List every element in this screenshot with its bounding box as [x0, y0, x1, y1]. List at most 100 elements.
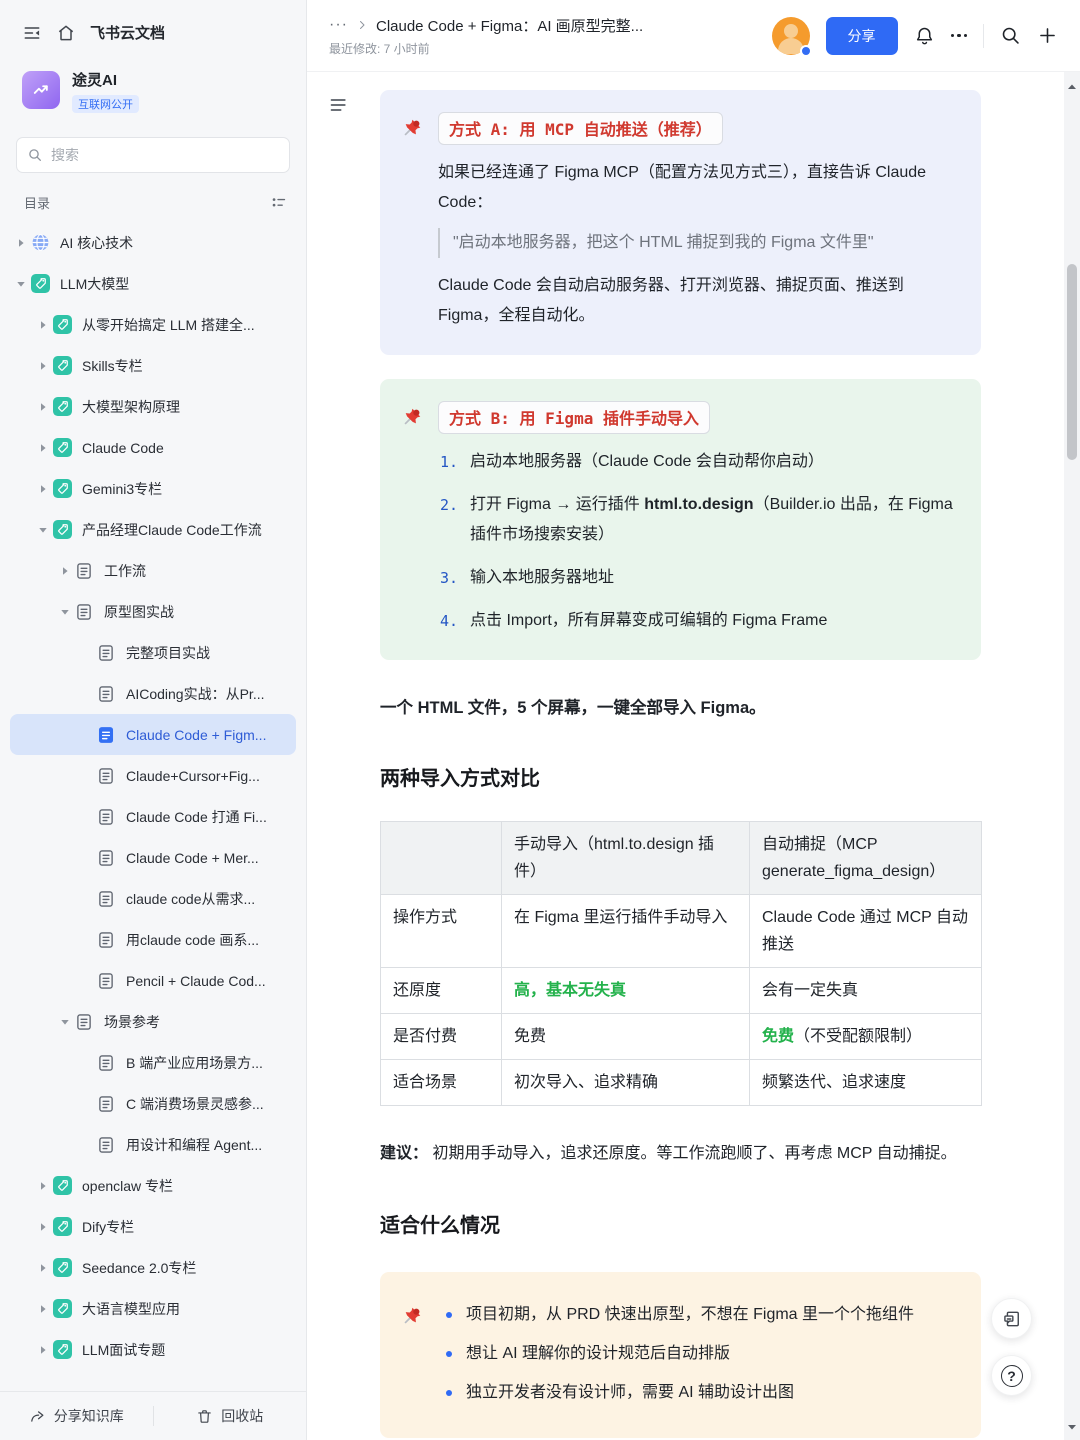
- method-a-paragraph: 如果已经连通了 Figma MCP（配置方法见方式三），直接告诉 Claude …: [438, 164, 927, 211]
- scroll-up-arrow[interactable]: [1067, 82, 1077, 92]
- tree-item[interactable]: Gemini3专栏: [10, 468, 296, 509]
- scrollbar-thumb[interactable]: [1067, 264, 1077, 460]
- notification-bell-icon[interactable]: [914, 25, 935, 46]
- tree-item[interactable]: 完整项目实战: [10, 632, 296, 673]
- chevron-right-icon[interactable]: [34, 1181, 52, 1191]
- method-a-quote: "启动本地服务器，把这个 HTML 捕捉到我的 Figma 文件里": [438, 228, 957, 258]
- tree-item[interactable]: openclaw 专栏: [10, 1165, 296, 1206]
- tree-item-label: Claude Code + Figm...: [126, 726, 267, 743]
- tree-item[interactable]: claude code从需求...: [10, 878, 296, 919]
- doc-icon: [96, 890, 116, 908]
- tag-icon: [52, 356, 72, 375]
- table-row-label: 是否付费: [380, 1013, 502, 1060]
- breadcrumb-document-title[interactable]: Claude Code + Figma：AI 画原型完整...: [376, 15, 643, 36]
- method-b-step: 3. 输入本地服务器地址: [440, 569, 615, 587]
- global-search-icon[interactable]: [1000, 25, 1021, 46]
- directory-label: 目录: [24, 196, 51, 211]
- share-button[interactable]: 分享: [825, 16, 898, 55]
- tree-item[interactable]: 大模型架构原理: [10, 386, 296, 427]
- chevron-right-icon[interactable]: [34, 402, 52, 412]
- space-header[interactable]: 途灵AI 互联网公开: [0, 53, 306, 123]
- share-knowledge-base-button[interactable]: 分享知识库: [0, 1406, 153, 1426]
- recycle-bin-button[interactable]: 回收站: [154, 1406, 307, 1426]
- pushpin-icon: [402, 117, 438, 331]
- sidebar: 飞书云文档 途灵AI 互联网公开 搜索 目录 AI 核心技术 LLM大模型 从零开始…: [0, 0, 307, 1440]
- tree-item[interactable]: Pencil + Claude Cod...: [10, 960, 296, 1001]
- space-visibility-badge: 互联网公开: [72, 95, 139, 113]
- tree-item-label: Dify专栏: [82, 1218, 135, 1235]
- chevron-down-icon[interactable]: [12, 279, 30, 289]
- space-name: 途灵AI: [72, 72, 118, 89]
- table-row-label: 还原度: [380, 967, 502, 1014]
- tag-icon: [52, 1217, 72, 1236]
- tree-item[interactable]: 大语言模型应用: [10, 1288, 296, 1329]
- search-input[interactable]: 搜索: [16, 137, 290, 173]
- tree-item[interactable]: Claude+Cursor+Fig...: [10, 755, 296, 796]
- outline-list-icon[interactable]: [270, 194, 288, 212]
- scroll-down-arrow[interactable]: [1067, 1422, 1077, 1432]
- chevron-right-icon[interactable]: [56, 566, 74, 576]
- tree-item[interactable]: LLM大模型: [10, 263, 296, 304]
- breadcrumb-more-button[interactable]: ···: [329, 17, 348, 33]
- tree-item[interactable]: 产品经理Claude Code工作流: [10, 509, 296, 550]
- doc-outline-toggle-icon[interactable]: [329, 96, 349, 114]
- chevron-right-icon[interactable]: [34, 1263, 52, 1273]
- tree-item[interactable]: LLM面试专题: [10, 1329, 296, 1370]
- more-options-icon[interactable]: [950, 33, 967, 38]
- chevron-right-icon[interactable]: [34, 443, 52, 453]
- vertical-scrollbar[interactable]: [1064, 72, 1080, 1440]
- help-button[interactable]: ?: [991, 1355, 1032, 1396]
- tree-item[interactable]: Claude Code + Figm...: [10, 714, 296, 755]
- globe-icon: [30, 233, 50, 252]
- tree-item-label: Claude+Cursor+Fig...: [126, 767, 260, 784]
- tree-item-label: openclaw 专栏: [82, 1177, 174, 1194]
- table-cell: 在 Figma 里运行插件手动导入: [501, 894, 750, 968]
- tree-item[interactable]: B 端产业应用场景方...: [10, 1042, 296, 1083]
- tag-icon: [52, 1258, 72, 1277]
- tree-item-label: LLM大模型: [60, 275, 130, 292]
- tree-item[interactable]: 用claude code 画系...: [10, 919, 296, 960]
- pushpin-icon: [402, 1305, 438, 1408]
- chevron-down-icon[interactable]: [56, 607, 74, 617]
- tree-item[interactable]: Claude Code: [10, 427, 296, 468]
- chevron-down-icon[interactable]: [34, 525, 52, 535]
- tree-item-label: Skills专栏: [82, 357, 143, 374]
- comments-panel-button[interactable]: [991, 1298, 1032, 1339]
- tree-item[interactable]: AICoding实战：从Pr...: [10, 673, 296, 714]
- tree-item-label: Claude Code 打通 Fi...: [126, 808, 267, 825]
- tree-item[interactable]: 从零开始搞定 LLM 搭建全...: [10, 304, 296, 345]
- tree-item[interactable]: Seedance 2.0专栏: [10, 1247, 296, 1288]
- tree-item[interactable]: Skills专栏: [10, 345, 296, 386]
- tree-item[interactable]: 用设计和编程 Agent...: [10, 1124, 296, 1165]
- tree-item-label: AI 核心技术: [60, 234, 134, 251]
- tag-icon: [52, 1340, 72, 1359]
- tree-item-label: 大模型架构原理: [82, 398, 180, 415]
- chevron-down-icon[interactable]: [56, 1017, 74, 1027]
- callout-method-b: 方式 B: 用 Figma 插件手动导入 1. 启动本地服务器（Claude Co…: [380, 379, 981, 660]
- chevron-right-icon[interactable]: [34, 1222, 52, 1232]
- tree-item-label: Claude Code + Mer...: [126, 849, 259, 866]
- last-modified-label: 最近修改: 7 小时前: [329, 41, 430, 56]
- avatar[interactable]: [771, 16, 812, 57]
- tree-item[interactable]: C 端消费场景灵感参...: [10, 1083, 296, 1124]
- collapse-sidebar-icon[interactable]: [22, 23, 42, 43]
- tree-item[interactable]: 原型图实战: [10, 591, 296, 632]
- table-header-cell: [380, 821, 502, 895]
- chevron-right-icon[interactable]: [34, 361, 52, 371]
- tree-item[interactable]: Claude Code 打通 Fi...: [10, 796, 296, 837]
- tree-item[interactable]: Dify专栏: [10, 1206, 296, 1247]
- tree-item[interactable]: Claude Code + Mer...: [10, 837, 296, 878]
- home-icon[interactable]: [56, 23, 76, 43]
- tag-icon: [52, 438, 72, 457]
- tree-item[interactable]: AI 核心技术: [10, 222, 296, 263]
- chevron-right-icon[interactable]: [12, 238, 30, 248]
- tree-item-label: 原型图实战: [104, 603, 174, 620]
- tree-item[interactable]: 工作流: [10, 550, 296, 591]
- tree-item[interactable]: 场景参考: [10, 1001, 296, 1042]
- chevron-right-icon[interactable]: [34, 484, 52, 494]
- chevron-right-icon[interactable]: [34, 320, 52, 330]
- create-new-icon[interactable]: [1037, 25, 1058, 46]
- advice-paragraph: 建议： 初期用手动导入，追求还原度。等工作流跑顺了、再考虑 MCP 自动捕捉。: [380, 1145, 957, 1162]
- chevron-right-icon[interactable]: [34, 1345, 52, 1355]
- chevron-right-icon[interactable]: [34, 1304, 52, 1314]
